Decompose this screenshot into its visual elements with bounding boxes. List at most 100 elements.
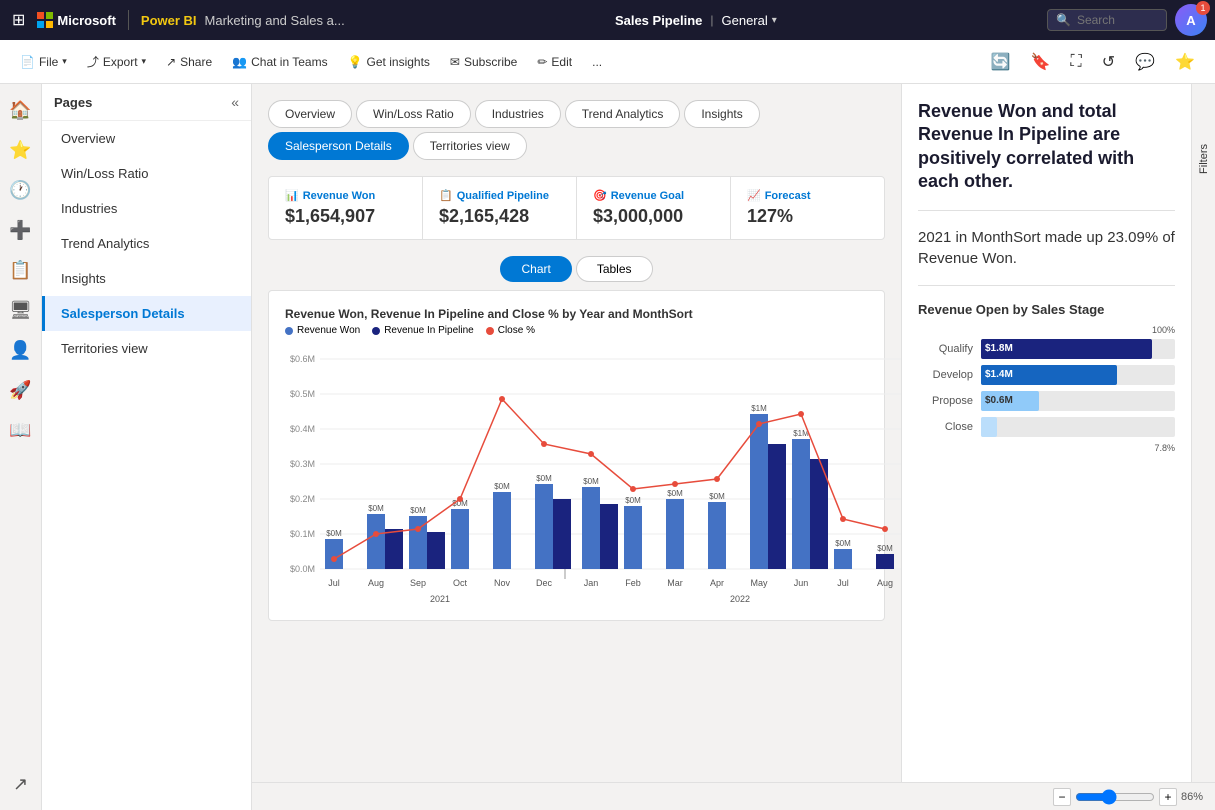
- refresh-icon-button[interactable]: 🔄: [983, 48, 1019, 76]
- subscribe-button[interactable]: ✉ Subscribe: [442, 51, 525, 73]
- export-button[interactable]: ⤴ Export ▾: [79, 49, 154, 74]
- stage-propose-bar: $0.6M: [981, 391, 1039, 411]
- external-icon[interactable]: ↗: [3, 766, 39, 802]
- kpi-revenue-won: 📊 Revenue Won $1,654,907: [269, 177, 423, 239]
- sidebar-item-winloss[interactable]: Win/Loss Ratio: [42, 156, 251, 191]
- edit-label: Edit: [551, 55, 572, 69]
- insights-button[interactable]: 💡 Get insights: [340, 51, 438, 73]
- workspaces-icon[interactable]: 📖: [3, 412, 39, 448]
- chart-table-toggle: Chart Tables: [268, 256, 885, 282]
- learn-icon[interactable]: 🚀: [3, 372, 39, 408]
- content-area: Overview Win/Loss Ratio Industries Trend…: [252, 84, 1215, 810]
- stage-develop-bar-wrap: $1.4M: [981, 365, 1175, 385]
- stage-develop-bar: $1.4M: [981, 365, 1117, 385]
- topbar: ⊞ Microsoft Power BI Marketing and Sales…: [0, 0, 1215, 40]
- sidebar-item-insights[interactable]: Insights: [42, 261, 251, 296]
- svg-text:$0M: $0M: [709, 492, 725, 501]
- more-icon: ...: [592, 55, 602, 69]
- home-icon[interactable]: 🏠: [3, 92, 39, 128]
- legend-close-label: Close %: [498, 325, 535, 336]
- left-icon-bar: 🏠 ⭐ 🕐 ➕ 📋 🖥 👤 🚀 📖 ↗: [0, 84, 42, 810]
- legend-pipeline: Revenue In Pipeline: [372, 325, 474, 336]
- chevron-down-icon: ▾: [772, 15, 777, 26]
- zoom-in-button[interactable]: +: [1159, 788, 1177, 806]
- tables-toggle-btn[interactable]: Tables: [576, 256, 653, 282]
- tab-winloss[interactable]: Win/Loss Ratio: [356, 100, 471, 128]
- search-box[interactable]: 🔍: [1047, 9, 1167, 31]
- reload-button[interactable]: ↺: [1094, 48, 1123, 76]
- kpi-forecast-icon: 📈: [747, 189, 761, 202]
- user-avatar[interactable]: A 1: [1175, 4, 1207, 36]
- fullscreen-button[interactable]: ⛶: [1063, 49, 1090, 75]
- edit-button[interactable]: ✏ Edit: [529, 51, 580, 73]
- browse-icon[interactable]: 📋: [3, 252, 39, 288]
- legend-close-pct: Close %: [486, 325, 535, 336]
- svg-text:$0M: $0M: [536, 474, 552, 483]
- collapse-icon[interactable]: «: [231, 94, 239, 110]
- bookmark-button[interactable]: 🔖: [1023, 48, 1059, 76]
- svg-text:Sep: Sep: [410, 578, 426, 588]
- tab-insights[interactable]: Insights: [684, 100, 759, 128]
- svg-text:2022: 2022: [730, 594, 750, 604]
- svg-text:Aug: Aug: [368, 578, 384, 588]
- stage-propose-label: Propose: [918, 395, 973, 407]
- general-dropdown[interactable]: General ▾: [722, 13, 777, 28]
- tab-industries[interactable]: Industries: [475, 100, 561, 128]
- stage-close-bar-wrap: [981, 417, 1175, 437]
- tab-territories[interactable]: Territories view: [413, 132, 527, 160]
- zoom-slider[interactable]: [1075, 789, 1155, 805]
- stage-propose: Propose $0.6M: [918, 391, 1175, 411]
- chart-toggle-btn[interactable]: Chart: [500, 256, 571, 282]
- favorites-icon[interactable]: ⭐: [3, 132, 39, 168]
- monitor-icon[interactable]: 🖥: [3, 292, 39, 328]
- sales-stage-title: Revenue Open by Sales Stage: [918, 302, 1175, 317]
- topbar-center: Sales Pipeline | General ▾: [353, 13, 1039, 28]
- svg-text:$0.5M: $0.5M: [290, 389, 315, 399]
- filters-panel[interactable]: Filters: [1191, 84, 1215, 782]
- comment-button[interactable]: 💬: [1127, 48, 1163, 76]
- sidebar-item-trend[interactable]: Trend Analytics: [42, 226, 251, 261]
- stage-qualify: Qualify $1.8M: [918, 339, 1175, 359]
- svg-text:Feb: Feb: [625, 578, 641, 588]
- share-button[interactable]: ↗ Share: [158, 51, 220, 73]
- tab-salesperson[interactable]: Salesperson Details: [268, 132, 409, 160]
- stage-propose-value: $0.6M: [985, 395, 1013, 406]
- topbar-divider: [128, 10, 129, 30]
- kpi-pipeline-value: $2,165,428: [439, 206, 560, 227]
- insights-label: Get insights: [367, 55, 430, 69]
- favorite-button[interactable]: ⭐: [1167, 48, 1203, 76]
- svg-text:Aug: Aug: [877, 578, 893, 588]
- tab-overview[interactable]: Overview: [268, 100, 352, 128]
- export-chevron-icon: ▾: [142, 56, 147, 67]
- general-label: General: [722, 13, 768, 28]
- filters-label: Filters: [1198, 144, 1210, 174]
- tab-trend[interactable]: Trend Analytics: [565, 100, 681, 128]
- zoom-out-button[interactable]: −: [1053, 788, 1071, 806]
- chat-teams-label: Chat in Teams: [251, 55, 327, 69]
- chart-container: Revenue Won, Revenue In Pipeline and Clo…: [268, 290, 885, 621]
- notification-badge: 1: [1196, 1, 1210, 15]
- main-layout: 🏠 ⭐ 🕐 ➕ 📋 🖥 👤 🚀 📖 ↗ Pages « Overview Win…: [0, 84, 1215, 810]
- kpi-goal-value: $3,000,000: [593, 206, 714, 227]
- recent-icon[interactable]: 🕐: [3, 172, 39, 208]
- kpi-goal-label: 🎯 Revenue Goal: [593, 189, 714, 202]
- more-button[interactable]: ...: [584, 51, 610, 73]
- chat-teams-button[interactable]: 👥 Chat in Teams: [224, 51, 335, 73]
- sidebar-item-industries[interactable]: Industries: [42, 191, 251, 226]
- sidebar-item-territories[interactable]: Territories view: [42, 331, 251, 366]
- sidebar-item-overview[interactable]: Overview: [42, 121, 251, 156]
- stage-close: Close: [918, 417, 1175, 437]
- create-icon[interactable]: ➕: [3, 212, 39, 248]
- svg-text:$0.1M: $0.1M: [290, 529, 315, 539]
- zoom-controls: − + 86%: [1053, 788, 1203, 806]
- file-button[interactable]: 📄 File ▾: [12, 51, 75, 73]
- sidebar-header: Pages «: [42, 84, 251, 121]
- search-input[interactable]: [1077, 13, 1157, 27]
- legend-revenue-won: Revenue Won: [285, 325, 360, 336]
- legend-rev-label: Revenue Won: [297, 325, 360, 336]
- svg-text:Dec: Dec: [536, 578, 553, 588]
- sidebar-item-salesperson[interactable]: Salesperson Details: [42, 296, 251, 331]
- waffle-icon[interactable]: ⊞: [8, 6, 29, 34]
- sales-stage-section: Revenue Open by Sales Stage 100% Qualify…: [918, 302, 1175, 453]
- people-icon[interactable]: 👤: [3, 332, 39, 368]
